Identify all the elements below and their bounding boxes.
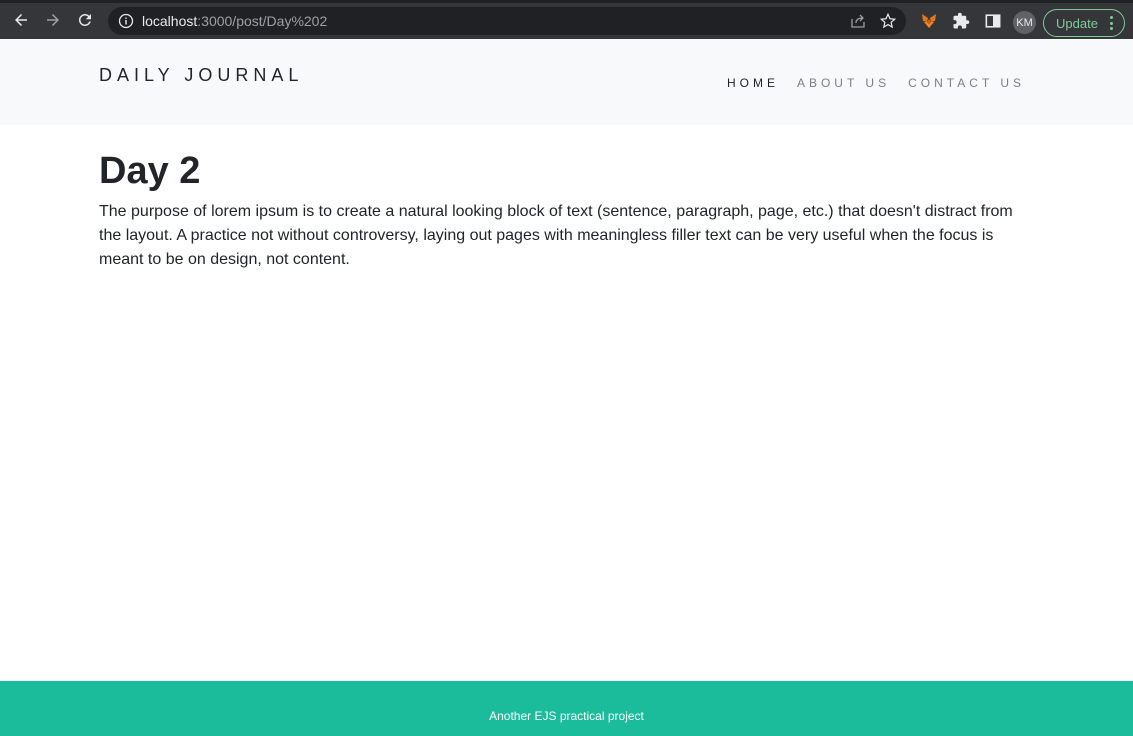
reload-icon[interactable] [74, 9, 96, 31]
extensions-puzzle-icon[interactable] [952, 12, 970, 30]
browser-toolbar: localhost:3000/post/Day%202 KM Update [0, 0, 1133, 39]
footer-text: Another EJS practical project [489, 709, 644, 723]
address-bar[interactable]: localhost:3000/post/Day%202 [108, 7, 906, 35]
back-icon[interactable] [10, 9, 32, 31]
nav-link-about-us[interactable]: ABOUT US [797, 76, 890, 90]
nav-link-home[interactable]: HOME [727, 76, 779, 90]
post-body: The purpose of lorem ipsum is to create … [99, 203, 1013, 268]
nav-link-contact-us[interactable]: CONTACT US [908, 76, 1025, 90]
bookmark-star-icon[interactable] [879, 12, 897, 30]
post-title: Day 2 [99, 150, 201, 192]
kebab-menu-icon[interactable] [1110, 16, 1114, 30]
update-button[interactable]: Update [1043, 9, 1125, 37]
share-icon[interactable] [850, 13, 866, 29]
url-text: localhost:3000/post/Day%202 [142, 13, 328, 29]
update-button-label: Update [1056, 15, 1098, 31]
site-footer: Another EJS practical project [0, 681, 1133, 736]
forward-icon[interactable] [42, 9, 64, 31]
side-panel-icon[interactable] [984, 12, 1002, 30]
post-content: Day 2 The purpose of lorem ipsum is to c… [99, 148, 1029, 272]
metamask-icon[interactable] [920, 12, 938, 30]
nav-links: HOME ABOUT US CONTACT US [709, 76, 1025, 90]
site-navbar: DAILY JOURNAL HOME ABOUT US CONTACT US [0, 39, 1133, 125]
profile-avatar[interactable]: KM [1013, 11, 1036, 34]
site-info-icon[interactable] [118, 13, 134, 29]
site-brand[interactable]: DAILY JOURNAL [99, 65, 303, 86]
